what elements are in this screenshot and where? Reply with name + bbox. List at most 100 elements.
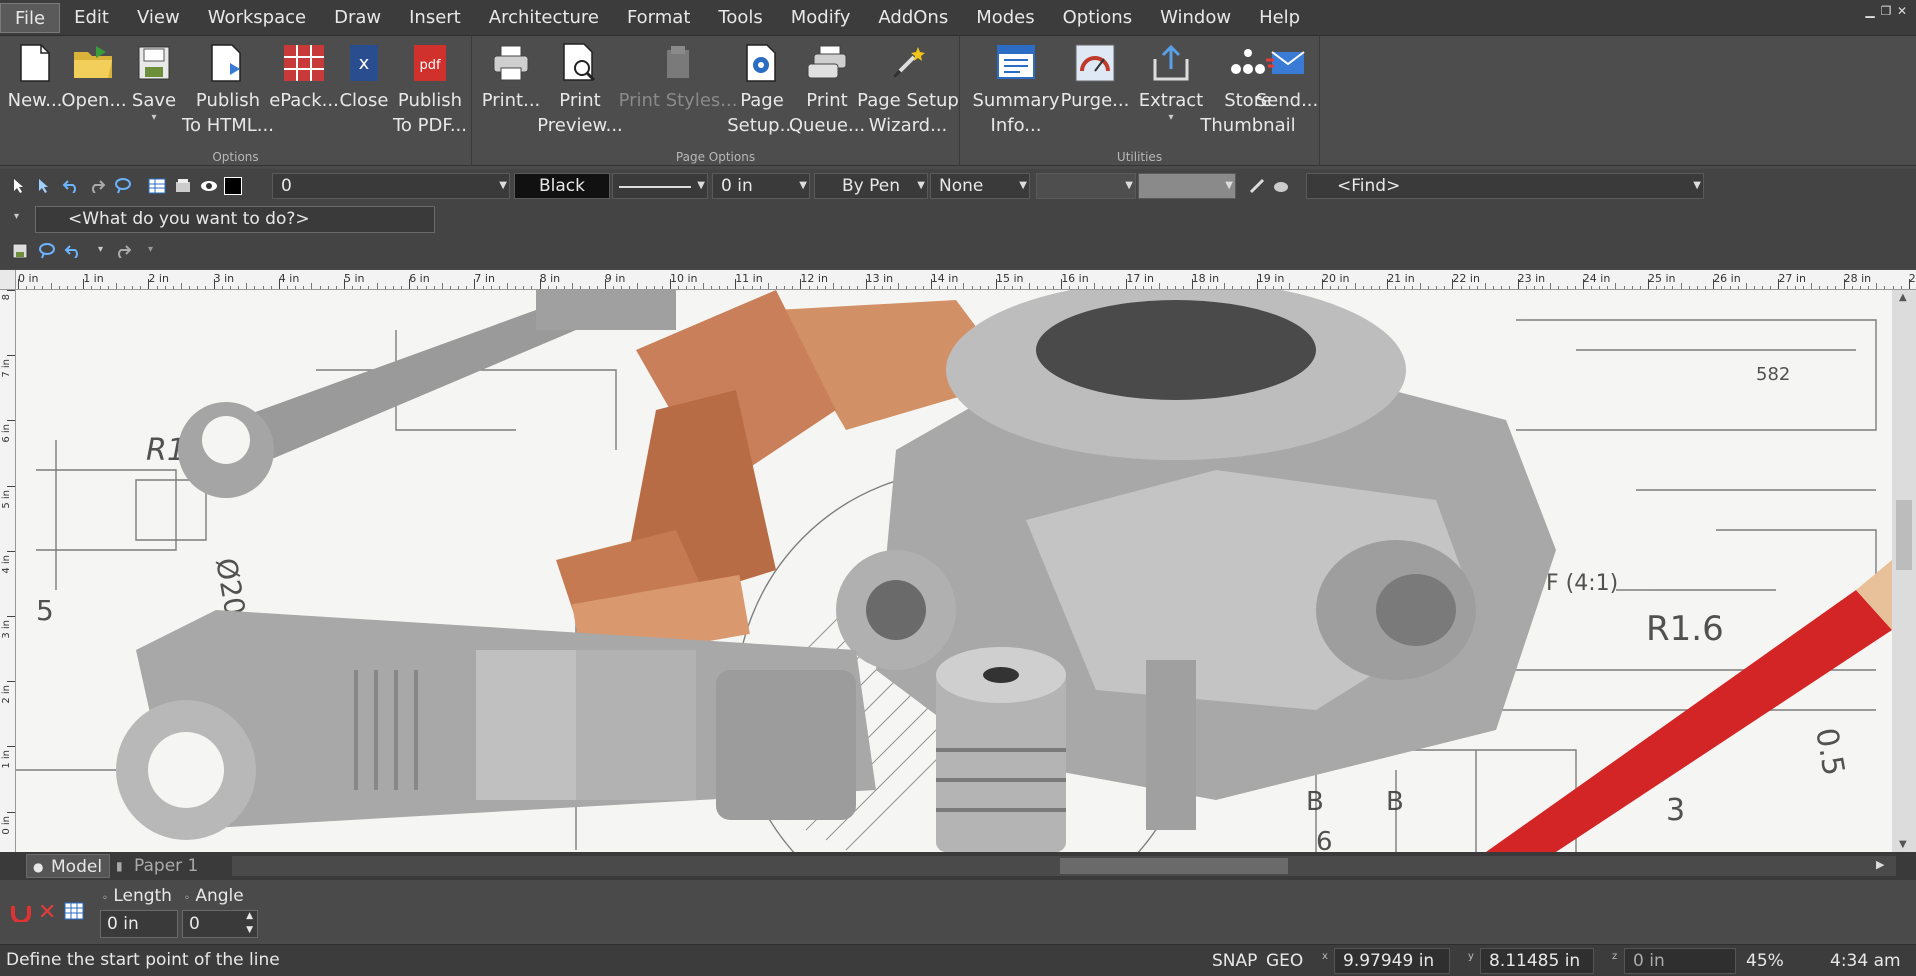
ruler-major-tick	[930, 279, 932, 289]
horizontal-scrollbar[interactable]	[232, 856, 1896, 876]
chevron-down-icon[interactable]: ▾	[98, 244, 103, 255]
select-edit-icon[interactable]	[34, 175, 56, 197]
page-setup-wizard-label: Page Setup Wizard...	[857, 90, 959, 136]
new-button[interactable]: New...	[6, 36, 64, 146]
menu-architecture[interactable]: Architecture	[475, 3, 613, 33]
layer-manager-icon[interactable]	[172, 175, 194, 197]
chevron-down-icon[interactable]: ▾	[148, 244, 153, 255]
menu-window[interactable]: Window	[1146, 3, 1245, 33]
minimize-icon[interactable]: ▁	[1864, 4, 1876, 18]
ruler-major-tick	[1061, 279, 1063, 289]
cancel-x-icon[interactable]: ✕	[38, 900, 56, 925]
chevron-down-icon: ▼	[1693, 180, 1701, 191]
ruler-minor-tick	[580, 286, 582, 289]
command-search-input[interactable]: <What do you want to do?>	[35, 206, 435, 233]
drawing-canvas[interactable]: R1 R1.6 F (4:1) Ø20 5 3 0.5 B B 6 582	[16, 290, 1892, 852]
line-width-select[interactable]: 0 in ▼	[712, 173, 810, 199]
color-select[interactable]: Black▼	[514, 173, 623, 199]
ruler-minor-tick	[66, 286, 68, 289]
chevron-down-icon[interactable]: ▼	[1899, 839, 1907, 850]
grid-table-icon[interactable]	[64, 902, 84, 924]
ruler-minor-tick	[890, 286, 892, 289]
fill-select[interactable]: None ▼	[930, 173, 1030, 199]
chevron-up-icon[interactable]: ▲	[1899, 292, 1907, 303]
find-input[interactable]: <Find> ▼	[1306, 173, 1704, 199]
ruler-minor-tick	[523, 286, 525, 289]
epack-button[interactable]: ePack...	[269, 36, 339, 146]
restore-icon[interactable]: ❐	[1880, 4, 1892, 18]
publish-pdf-button[interactable]: pdf Publish To PDF...	[390, 36, 470, 146]
vertical-scrollbar[interactable]: ▲ ▼	[1892, 290, 1916, 852]
ruler-major-tick	[1452, 279, 1454, 289]
close-icon[interactable]: ✕	[1896, 4, 1908, 18]
purge-button[interactable]: Purge...	[1050, 36, 1140, 146]
lasso-small-icon[interactable]	[38, 243, 56, 263]
publish-html-button[interactable]: Publish To HTML...	[180, 36, 276, 146]
tab-paper-1[interactable]: ▮ Paper 1	[110, 854, 210, 878]
ruler-left-label: 7 in	[1, 359, 12, 378]
chevron-down-icon[interactable]: ▾	[14, 211, 19, 222]
vertical-scroll-thumb[interactable]	[1896, 500, 1912, 570]
layer-color-swatch-icon[interactable]	[224, 177, 242, 195]
menu-tools[interactable]: Tools	[704, 3, 776, 33]
length-field[interactable]: 0 in	[100, 910, 178, 938]
menu-draw[interactable]: Draw	[320, 3, 395, 33]
undo-small-icon[interactable]	[64, 243, 82, 262]
open-button[interactable]: Open...	[61, 36, 127, 146]
menu-modes[interactable]: Modes	[962, 3, 1048, 33]
menu-view[interactable]: View	[123, 3, 194, 33]
send-button[interactable]: Send...	[1254, 36, 1320, 146]
menu-workspace[interactable]: Workspace	[194, 3, 320, 33]
ruler-top-label: 15 in	[996, 272, 1024, 285]
undo-icon[interactable]	[60, 175, 82, 197]
menu-options[interactable]: Options	[1049, 3, 1146, 33]
print-styles-button[interactable]: Print Styles...	[619, 36, 737, 146]
horizontal-scroll-thumb[interactable]	[1060, 858, 1288, 874]
menu-format[interactable]: Format	[613, 3, 704, 33]
visibility-eye-icon[interactable]	[198, 175, 220, 197]
ruler-corner[interactable]	[0, 270, 16, 290]
x-coordinate-field[interactable]: 9.97949 in	[1334, 948, 1450, 974]
ruler-minor-tick	[1550, 283, 1552, 289]
pen-select[interactable]: By Pen ▼	[814, 173, 928, 199]
menu-file[interactable]: File	[0, 2, 61, 33]
select-arrow-icon[interactable]	[8, 175, 30, 197]
menu-modify[interactable]: Modify	[777, 3, 865, 33]
line-style-select[interactable]: ▼	[612, 173, 708, 199]
layer-select[interactable]: 0 ▼	[272, 173, 510, 199]
chevron-down-icon[interactable]: ▾	[1168, 113, 1173, 123]
ruler-minor-tick	[914, 286, 916, 289]
print-preview-button[interactable]: Print Preview...	[537, 36, 623, 146]
lasso-icon[interactable]	[112, 175, 134, 197]
save-small-icon[interactable]	[12, 243, 28, 263]
fill-bucket-icon[interactable]	[1270, 175, 1292, 197]
snap-toggle[interactable]: SNAP	[1212, 951, 1257, 971]
y-coordinate-field[interactable]: 8.11485 in	[1480, 948, 1594, 974]
page-setup-wizard-button[interactable]: Page Setup Wizard...	[857, 36, 959, 146]
redo-small-icon[interactable]	[114, 243, 132, 262]
pattern-select[interactable]: ▼	[1036, 173, 1136, 199]
menu-insert[interactable]: Insert	[395, 3, 475, 33]
ruler-minor-tick	[507, 283, 508, 289]
close-button[interactable]: x Close	[336, 36, 392, 146]
pencil-icon[interactable]	[1246, 175, 1268, 197]
z-coordinate-field[interactable]: 0 in	[1624, 948, 1736, 974]
menu-help[interactable]: Help	[1245, 3, 1314, 33]
print-queue-button[interactable]: Print Queue...	[789, 36, 865, 146]
extract-button[interactable]: Extract ▾	[1139, 36, 1203, 146]
redo-icon[interactable]	[86, 175, 108, 197]
save-button[interactable]: Save ▾	[126, 36, 182, 146]
tab-model[interactable]: ● Model	[26, 854, 110, 878]
layers-grid-icon[interactable]	[146, 175, 168, 197]
chevron-down-icon[interactable]: ▾	[151, 113, 156, 123]
angle-field[interactable]: 0 ▲ ▼	[182, 910, 258, 938]
snap-magnet-icon[interactable]	[10, 902, 32, 926]
chevron-right-icon[interactable]: ▶	[1876, 858, 1884, 871]
page-setup-button[interactable]: Page Setup...	[727, 36, 797, 146]
transparency-select[interactable]: ▼	[1138, 173, 1236, 199]
menu-edit[interactable]: Edit	[60, 3, 123, 33]
menu-addons[interactable]: AddOns	[864, 3, 962, 33]
print-button[interactable]: Print...	[480, 36, 542, 146]
zoom-level[interactable]: 45%	[1746, 951, 1784, 971]
geo-toggle[interactable]: GEO	[1266, 951, 1303, 971]
